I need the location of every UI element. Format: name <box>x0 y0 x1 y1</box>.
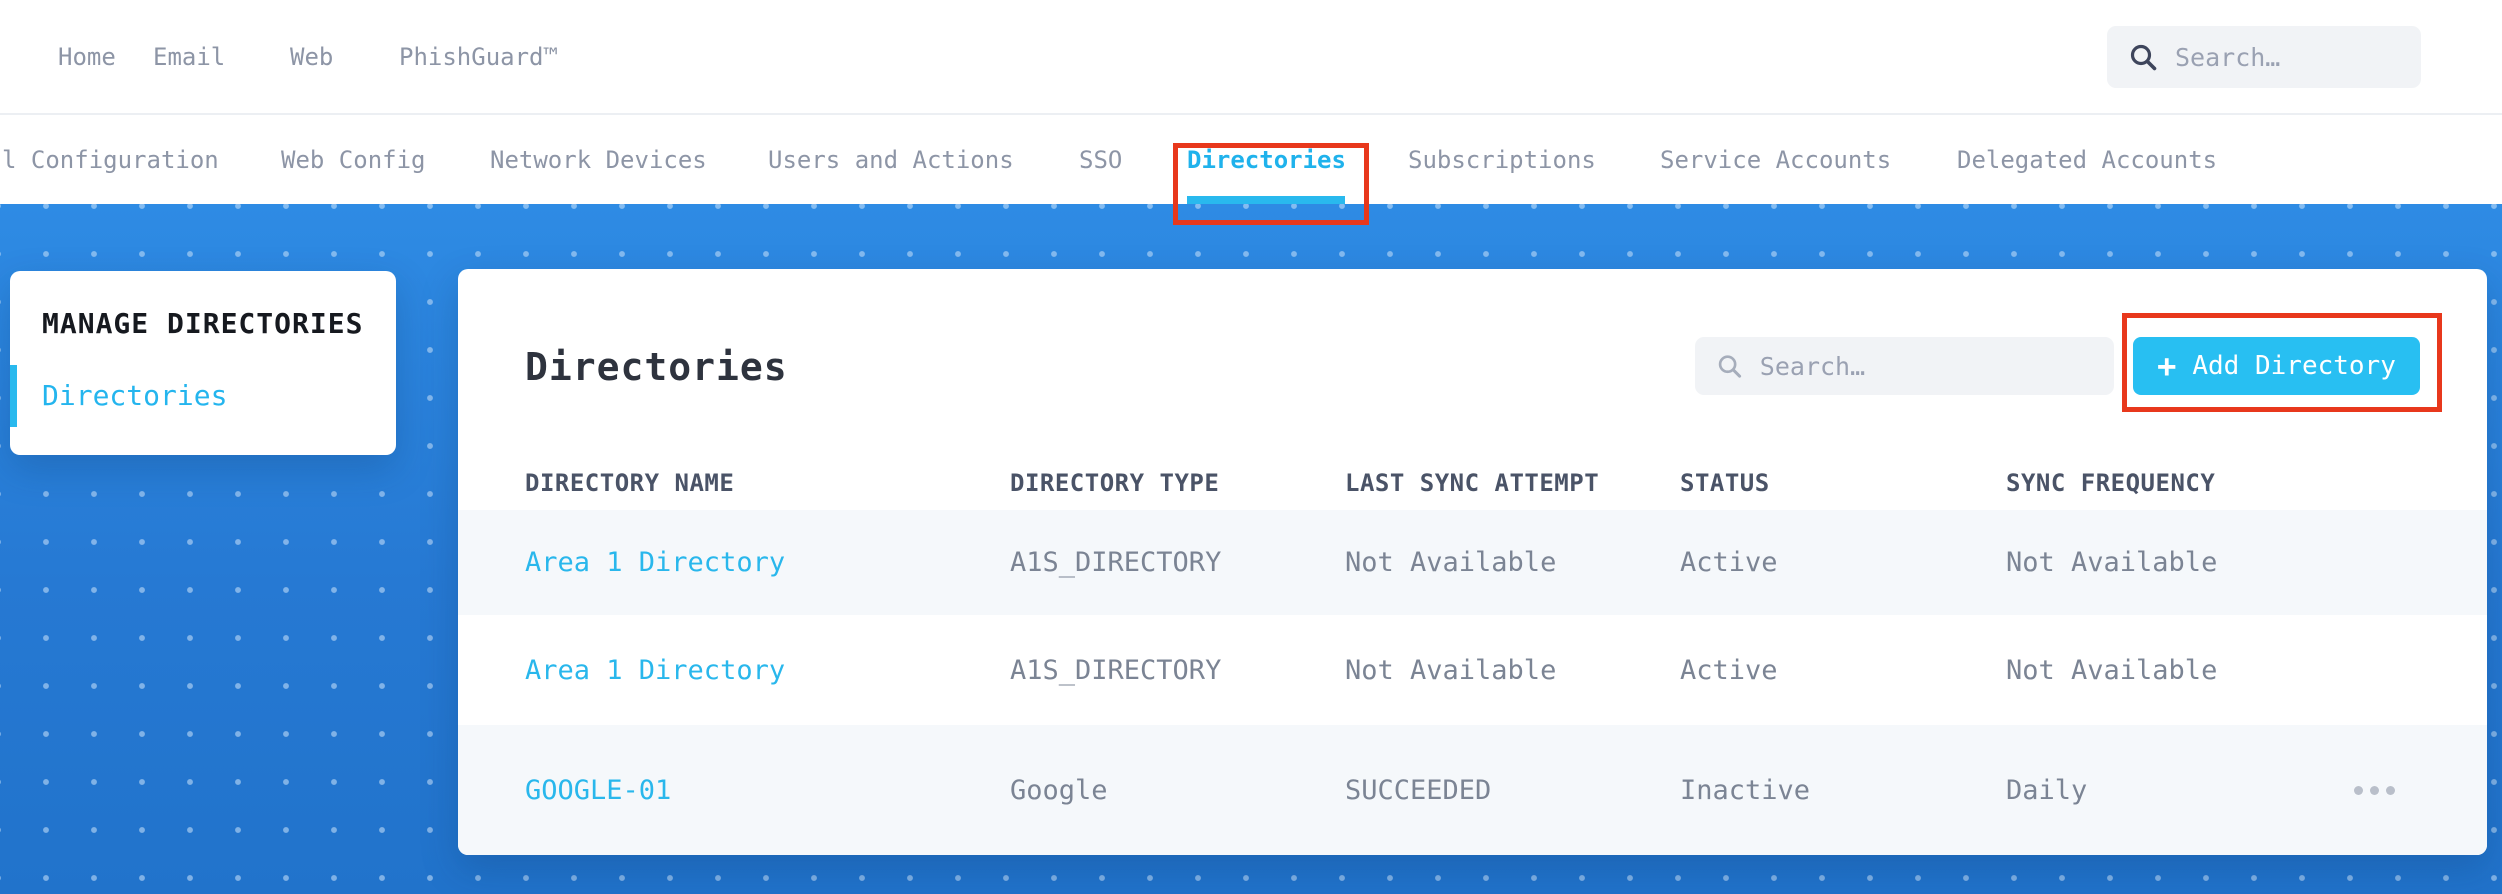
tab-directories[interactable]: Directories <box>1187 115 1346 204</box>
cell-directory-type: A1S_DIRECTORY <box>1010 547 1222 578</box>
directories-table: DIRECTORY NAME DIRECTORY TYPE LAST SYNC … <box>458 455 2487 855</box>
cell-status: Active <box>1680 654 1778 686</box>
add-directory-button-label: Add Directory <box>2192 351 2396 381</box>
page-title: Directories <box>525 345 788 389</box>
table-search[interactable] <box>1695 337 2114 395</box>
tab-web-config[interactable]: Web Config <box>281 115 426 204</box>
column-header-last-sync-attempt: LAST SYNC ATTEMPT <box>1345 468 1600 497</box>
tab-delegated-accounts[interactable]: Delegated Accounts <box>1957 115 2217 204</box>
row-actions-ellipsis-icon[interactable] <box>2354 785 2408 795</box>
add-directory-button[interactable]: + Add Directory <box>2133 337 2420 395</box>
cell-last-sync: Not Available <box>1345 547 1557 578</box>
column-header-status: STATUS <box>1680 468 1770 497</box>
directory-link[interactable]: Area 1 Directory <box>525 655 1010 686</box>
tab-email-configuration[interactable]: l Configuration <box>2 115 219 204</box>
global-search-input[interactable] <box>2175 42 2399 72</box>
sidebar-card: MANAGE DIRECTORIES Directories <box>10 271 396 455</box>
nav-item-home[interactable]: Home <box>58 0 116 113</box>
sidebar-active-indicator <box>10 365 17 427</box>
tab-network-devices[interactable]: Network Devices <box>490 115 707 204</box>
table-header-row: DIRECTORY NAME DIRECTORY TYPE LAST SYNC … <box>458 455 2487 510</box>
tab-subscriptions[interactable]: Subscriptions <box>1408 115 1596 204</box>
cell-sync-frequency: Daily <box>2006 774 2088 806</box>
column-header-sync-frequency: SYNC FREQUENCY <box>2006 468 2216 497</box>
cell-sync-frequency: Not Available <box>2006 654 2218 686</box>
content-area: MANAGE DIRECTORIES Directories Directori… <box>0 204 2502 894</box>
tab-sso[interactable]: SSO <box>1079 115 1122 204</box>
table-row: Area 1 Directory A1S_DIRECTORY Not Avail… <box>458 615 2487 725</box>
active-tab-underline <box>1187 196 1345 204</box>
nav-item-phishguard[interactable]: PhishGuard™ <box>399 0 558 113</box>
cell-status: Active <box>1680 547 1778 578</box>
cell-last-sync: Not Available <box>1345 654 1557 686</box>
nav-item-web[interactable]: Web <box>290 0 333 113</box>
plus-icon: + <box>2157 347 2177 385</box>
directory-link[interactable]: Area 1 Directory <box>525 547 1010 578</box>
column-header-directory-name: DIRECTORY NAME <box>525 468 735 497</box>
sidebar-item-directories[interactable]: Directories <box>42 379 227 412</box>
tab-users-and-actions[interactable]: Users and Actions <box>768 115 1014 204</box>
top-nav: Home Email Web PhishGuard™ <box>0 0 2502 115</box>
table-row: Area 1 Directory A1S_DIRECTORY Not Avail… <box>458 510 2487 615</box>
cell-directory-type: A1S_DIRECTORY <box>1010 654 1222 686</box>
cell-status: Inactive <box>1680 774 1811 806</box>
cell-sync-frequency: Not Available <box>2006 547 2218 578</box>
tab-service-accounts[interactable]: Service Accounts <box>1660 115 1891 204</box>
search-icon <box>2130 44 2157 71</box>
nav-item-email[interactable]: Email <box>153 0 225 113</box>
directory-link[interactable]: GOOGLE-01 <box>525 775 1010 806</box>
column-header-directory-type: DIRECTORY TYPE <box>1010 468 1220 497</box>
cell-last-sync: SUCCEEDED <box>1345 774 1492 806</box>
tabs-bar: l Configuration Web Config Network Devic… <box>0 115 2502 204</box>
main-card: Directories + Add Directory DIRECTORY NA… <box>458 269 2487 855</box>
table-search-input[interactable] <box>1759 351 2092 381</box>
cell-directory-type: Google <box>1010 774 1108 806</box>
search-icon <box>1718 355 1742 378</box>
sidebar-heading: MANAGE DIRECTORIES <box>42 307 364 340</box>
global-search[interactable] <box>2107 26 2421 88</box>
table-row: GOOGLE-01 Google SUCCEEDED Inactive Dail… <box>458 725 2487 855</box>
